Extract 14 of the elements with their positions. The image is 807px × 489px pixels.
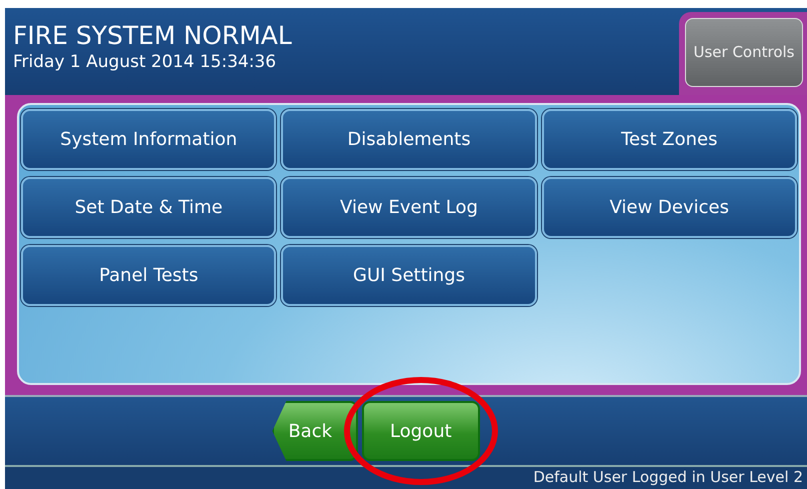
logout-button[interactable]: Logout [362, 401, 480, 461]
menu-button[interactable]: Set Date & Time [21, 177, 276, 238]
menu-button[interactable]: System Information [21, 109, 276, 170]
menu-button[interactable]: Test Zones [542, 109, 797, 170]
menu-button[interactable]: Panel Tests [21, 245, 276, 306]
menu-button[interactable]: View Devices [542, 177, 797, 238]
status-title: FIRE SYSTEM NORMAL [13, 22, 292, 50]
menu-button[interactable]: GUI Settings [281, 245, 537, 306]
date-time: Friday 1 August 2014 15:34:36 [13, 50, 278, 74]
menu-button[interactable]: Disablements [281, 109, 537, 170]
status-bar: Default User Logged in User Level 2 [5, 465, 807, 489]
user-controls-button[interactable]: User Controls [685, 18, 803, 87]
back-button[interactable]: Back [272, 401, 358, 461]
menu-button[interactable]: View Event Log [281, 177, 537, 238]
